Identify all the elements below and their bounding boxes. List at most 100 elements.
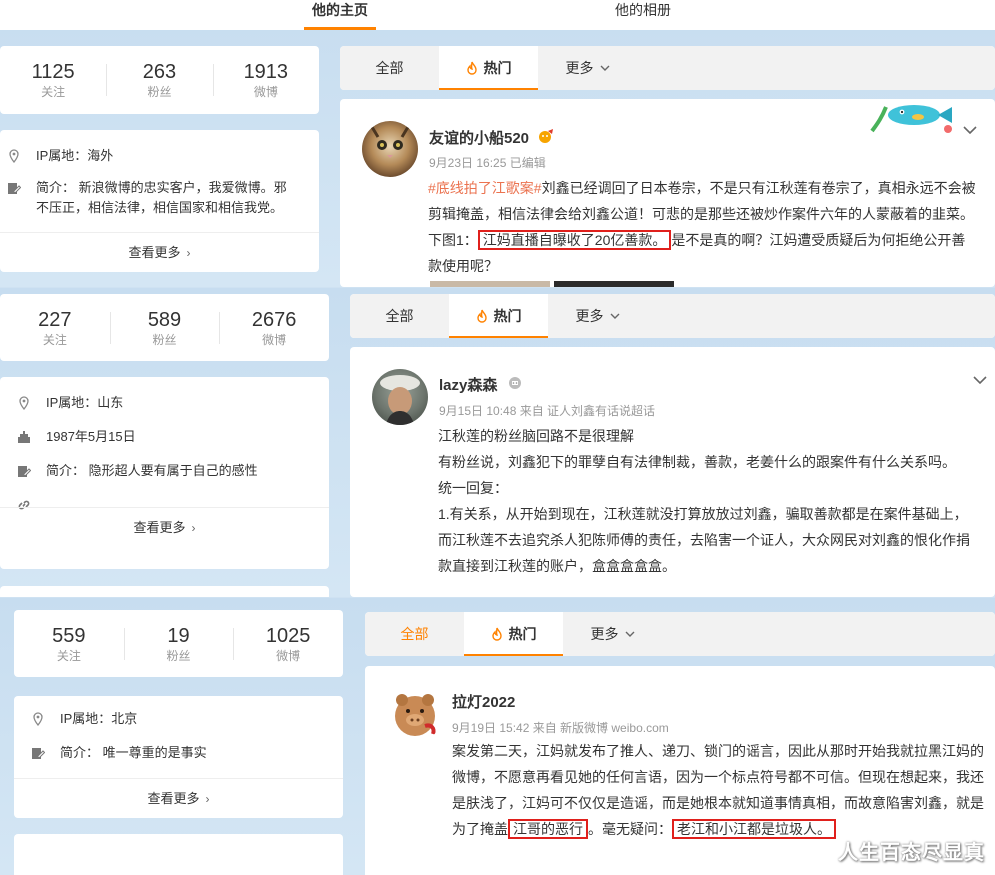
highlighted-text: 老江和小江都是垃圾人。 [672, 819, 836, 839]
stat-following[interactable]: 227 关注 [0, 308, 110, 348]
tab-album[interactable]: 他的相册 [615, 0, 671, 30]
post-meta: 9月15日 10:48 来自 证人刘鑫有话说超话 [439, 404, 656, 418]
chevron-right-icon: › [205, 792, 210, 806]
cake-icon [16, 429, 32, 445]
location-pin-icon [16, 395, 32, 411]
watermark: 人生百态尽显真 [838, 842, 985, 864]
post-line: 1.有关系，从开始到现在，江秋莲就没打算放放过刘鑫，骗取善款都是在案件基础上，而… [438, 506, 970, 574]
tab-hot[interactable]: 热门 [439, 46, 538, 90]
post-meta: 9月19日 15:42 来自 新版微博 weibo.com [452, 721, 669, 735]
fire-icon [476, 309, 488, 323]
ip-location: IP属地：海外 [36, 148, 114, 163]
hashtag-link[interactable]: #底线拍了江歌案# [428, 180, 542, 196]
stat-posts[interactable]: 1913 微博 [212, 60, 319, 100]
stat-followers[interactable]: 263 粉丝 [106, 60, 212, 100]
post-line: 江秋莲的粉丝脑回路不是很理解 [438, 428, 634, 444]
post-menu-chevron-icon[interactable] [963, 121, 977, 139]
chevron-down-icon [610, 313, 620, 319]
feed-tab-bar: 全部 热门 更多 [350, 294, 995, 338]
decoration-fish-icon [868, 101, 958, 140]
pig-avatar-icon [395, 694, 436, 736]
post-line: 统一回复： [438, 480, 508, 496]
chevron-down-icon [600, 65, 610, 71]
post-image-thumb[interactable] [430, 281, 550, 287]
edit-note-icon [30, 745, 46, 761]
highlighted-text: 江妈直播自曝收了20亿善款。 [477, 230, 672, 250]
tab-all[interactable]: 全部 [365, 612, 464, 656]
stat-following[interactable]: 559 关注 [14, 624, 124, 664]
view-more-button[interactable]: 查看更多 › [0, 232, 319, 272]
ip-row: IP属地：北京 [30, 709, 137, 729]
next-card-edge [14, 834, 343, 875]
screenshot-panel-2: 227 关注 589 粉丝 2676 微博 IP属地：山东 1987年5月15日 简介… [0, 288, 995, 597]
chevron-right-icon: › [186, 246, 191, 260]
stat-followers[interactable]: 589 粉丝 [109, 308, 220, 348]
tab-more[interactable]: 更多 [538, 46, 637, 90]
edit-note-icon [16, 463, 32, 479]
avatar[interactable] [362, 121, 418, 177]
post-line: 有粉丝说，刘鑫犯下的罪孽自有法律制裁，善款，老姜什么的跟案件有什么关系吗。 [438, 454, 956, 470]
ip-location: IP属地：山东 [46, 395, 124, 410]
post-card: 友谊的小船520 9月23日 16:25 已编辑 #底线拍了江歌案#刘鑫已经调回… [340, 99, 995, 287]
tab-hot[interactable]: 热门 [449, 294, 548, 338]
birthday: 1987年5月15日 [46, 429, 136, 444]
highlighted-text: 江哥的恶行 [508, 819, 588, 839]
stat-following[interactable]: 1125 关注 [0, 60, 106, 100]
profile-stats: 227 关注 589 粉丝 2676 微博 [0, 294, 329, 361]
post-username[interactable]: lazy森森 [439, 376, 522, 396]
avatar[interactable] [387, 686, 443, 742]
cat-avatar-icon [370, 126, 410, 158]
profile-top-nav: 他的主页 他的相册 [0, 0, 995, 30]
profile-stats: 559 关注 19 粉丝 1025 微博 [14, 610, 343, 677]
person-avatar-icon [380, 375, 420, 425]
stat-followers[interactable]: 19 粉丝 [123, 624, 234, 664]
stat-posts[interactable]: 1025 微博 [233, 624, 343, 664]
edit-note-icon [6, 180, 22, 196]
tab-home[interactable]: 他的主页 [304, 0, 376, 30]
vip-badge-icon [537, 128, 555, 150]
ip-location: IP属地：北京 [60, 711, 138, 726]
view-more-button[interactable]: 查看更多 › [0, 507, 329, 547]
feed-tab-bar: 全部 热门 更多 [340, 46, 995, 90]
location-pin-icon [6, 148, 22, 164]
next-card-edge [0, 586, 329, 597]
intro-row: 简介： 唯一尊重的是事实 [30, 743, 207, 763]
profile-info-card: IP属地：山东 1987年5月15日 简介： 隐形超人要有属于自己的感性 查看更… [0, 377, 329, 569]
post-meta: 9月23日 16:25 已编辑 [429, 156, 546, 170]
profile-info-card: IP属地：海外 简介： 新浪微博的忠实客户，我爱微博。邪不压正，相信法律，相信国… [0, 130, 319, 272]
tab-all[interactable]: 全部 [340, 46, 439, 90]
post-body: #底线拍了江歌案#刘鑫已经调回了日本卷宗，不是只有江秋莲有卷宗了，真相永远不会被… [428, 180, 976, 274]
intro-row: 简介： 新浪微博的忠实客户，我爱微博。邪不压正，相信法律，相信国家和相信我党。 [6, 178, 296, 218]
tab-hot[interactable]: 热门 [464, 612, 563, 656]
screenshot-panel-3: 559 关注 19 粉丝 1025 微博 IP属地：北京 简介： 唯一尊重的是事实 查… [0, 598, 995, 875]
intro-text: 简介： 隐形超人要有属于自己的感性 [46, 463, 258, 478]
profile-stats: 1125 关注 263 粉丝 1913 微博 [0, 46, 319, 114]
robot-badge-icon [508, 376, 522, 396]
post-body: 江秋莲的粉丝脑回路不是很理解 有粉丝说，刘鑫犯下的罪孽自有法律制裁，善款，老姜什… [438, 423, 978, 579]
post-menu-chevron-icon[interactable] [973, 371, 987, 389]
tab-all[interactable]: 全部 [350, 294, 449, 338]
post-username[interactable]: 拉灯2022 [452, 693, 515, 713]
post-image-thumb[interactable] [554, 281, 674, 287]
post-username[interactable]: 友谊的小船520 [429, 128, 555, 150]
tab-more[interactable]: 更多 [563, 612, 662, 656]
intro-text: 简介： 新浪微博的忠实客户，我爱微博。邪不压正，相信法律，相信国家和相信我党。 [36, 180, 287, 215]
fire-icon [491, 627, 503, 641]
feed-tab-bar: 全部 热门 更多 [365, 612, 995, 656]
chevron-right-icon: › [191, 521, 196, 535]
avatar[interactable] [372, 369, 428, 425]
intro-text: 简介： 唯一尊重的是事实 [60, 745, 207, 760]
birthday-row: 1987年5月15日 [16, 427, 136, 447]
location-pin-icon [30, 711, 46, 727]
view-more-button[interactable]: 查看更多 › [14, 778, 343, 818]
stat-posts[interactable]: 2676 微博 [219, 308, 329, 348]
post-card: lazy森森 9月15日 10:48 来自 证人刘鑫有话说超话 江秋莲的粉丝脑回… [350, 347, 995, 597]
screenshot-panel-1: 他的主页 他的相册 1125 关注 263 粉丝 1913 微博 IP属地：海外 简介… [0, 0, 995, 287]
chevron-down-icon [625, 631, 635, 637]
tab-more[interactable]: 更多 [548, 294, 647, 338]
fire-icon [466, 61, 478, 75]
ip-row: IP属地：海外 [6, 146, 113, 166]
ip-row: IP属地：山东 [16, 393, 123, 413]
profile-info-card: IP属地：北京 简介： 唯一尊重的是事实 查看更多 › [14, 696, 343, 818]
intro-row: 简介： 隐形超人要有属于自己的感性 [16, 461, 258, 481]
